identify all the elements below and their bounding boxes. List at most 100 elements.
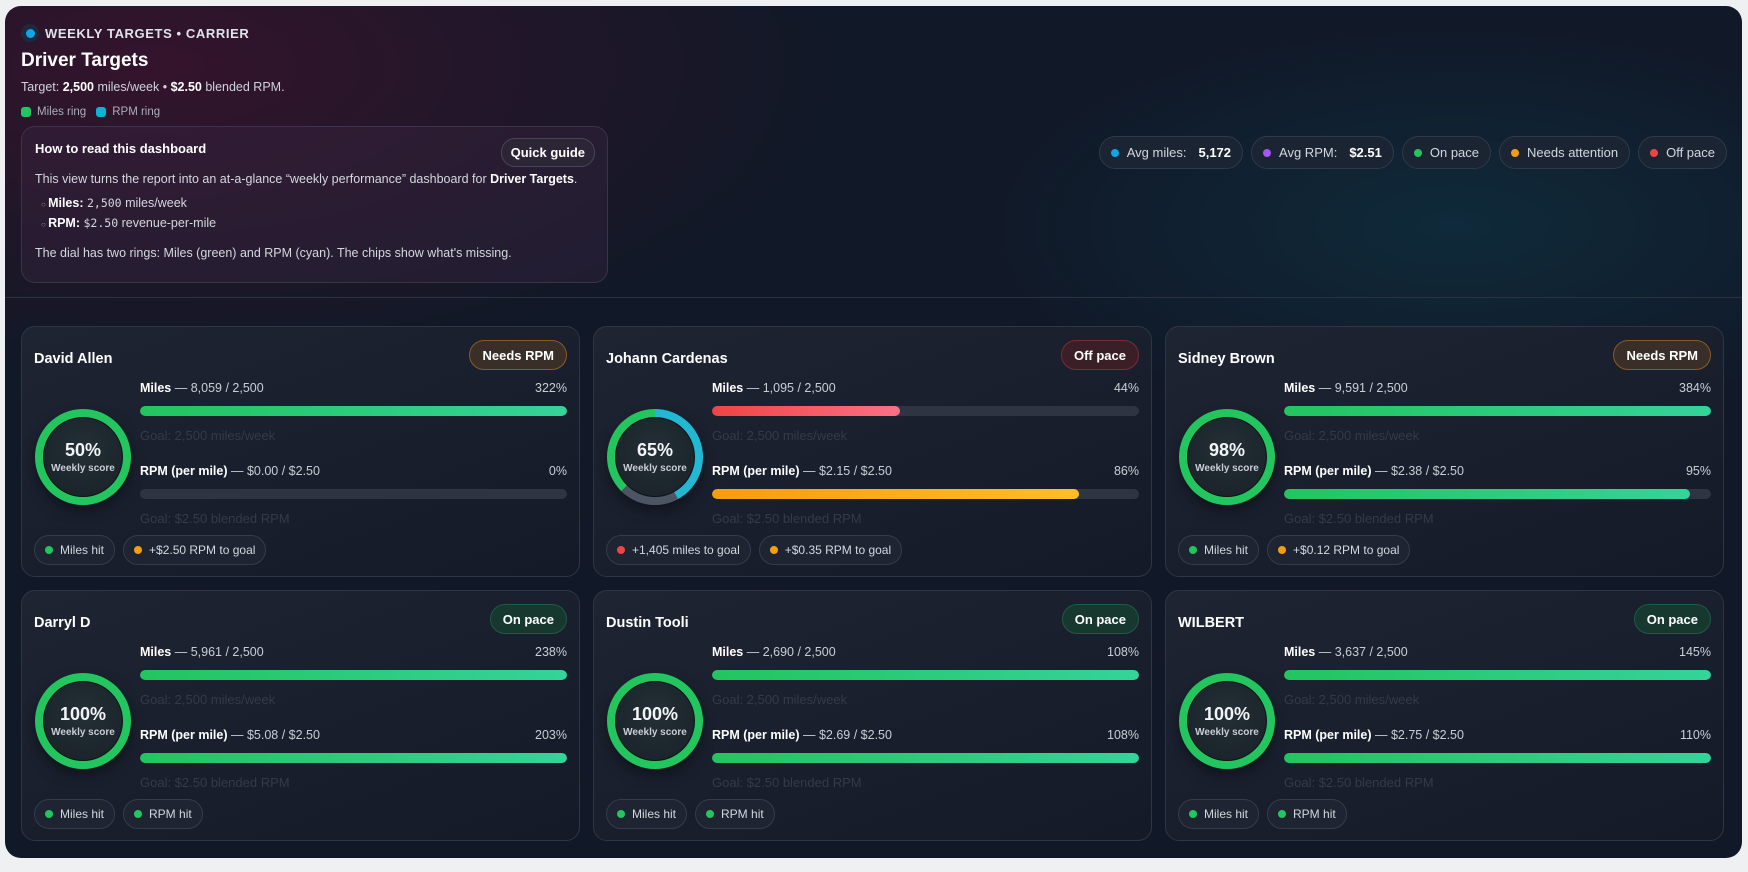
miles-name: Miles [1284, 381, 1316, 395]
gap-chip-label: Miles hit [632, 807, 677, 821]
miles-name: Miles [140, 381, 172, 395]
summary-chip[interactable]: Needs attention [1499, 136, 1631, 169]
gap-chip[interactable]: Miles hit [1178, 535, 1260, 565]
miles-progress-bar [712, 406, 1139, 416]
miles-progress-fill [140, 670, 567, 680]
miles-metric: Miles — 3,637 / 2,500 145% Goal: 2,500 mil… [1284, 645, 1711, 707]
miles-percent: 384% [1679, 381, 1711, 395]
miles-row: Miles — 1,095 / 2,500 44% [712, 381, 1139, 395]
guide-panel: How to read this dashboard Quick guide T… [21, 126, 608, 283]
status-dot-icon [21, 24, 39, 42]
summary-chip[interactable]: On pace [1401, 136, 1492, 169]
rpm-metric: RPM (per mile) — $5.08 / $2.50 203% Goal: … [140, 728, 567, 790]
driver-name: Sidney Brown [1178, 351, 1275, 367]
gap-chip[interactable]: RPM hit [1267, 799, 1347, 829]
gap-chips: +1,405 miles to goal +$0.35 RPM to goal [606, 535, 903, 565]
rpm-progress-fill [712, 489, 1080, 499]
gap-chip-label: RPM hit [149, 807, 192, 821]
gap-chips: Miles hit RPM hit [606, 799, 775, 829]
miles-name: Miles [140, 645, 172, 659]
rpm-value: $2.15 / $2.50 [818, 464, 892, 478]
gap-chip[interactable]: Miles hit [1178, 799, 1260, 829]
rpm-row: RPM (per mile) — $2.15 / $2.50 86% [712, 464, 1139, 478]
score-value: 100% [59, 704, 107, 724]
header: WEEKLY TARGETS • CARRIER Driver Targets … [5, 6, 1742, 298]
green-square-icon [21, 107, 31, 117]
gap-chip[interactable]: +$0.35 RPM to goal [758, 535, 903, 565]
gap-chip[interactable]: RPM hit [695, 799, 775, 829]
miles-row: Miles — 5,961 / 2,500 238% [140, 645, 567, 659]
target-summary: Target: 2,500 miles/week • $2.50 blended… [21, 80, 285, 94]
page-title: Driver Targets [21, 50, 149, 71]
gap-chip[interactable]: +$2.50 RPM to goal [123, 535, 267, 565]
rpm-row: RPM (per mile) — $2.75 / $2.50 110% [1284, 728, 1711, 742]
gap-chip[interactable]: Miles hit [606, 799, 688, 829]
score-label: Weekly score [623, 463, 687, 474]
rpm-value: $2.38 / $2.50 [1390, 464, 1464, 478]
miles-value: 3,637 / 2,500 [1334, 645, 1408, 659]
rpm-progress-bar [140, 753, 567, 763]
driver-name: Dustin Tooli [606, 615, 689, 631]
miles-goal: Goal: 2,500 miles/week [712, 428, 848, 443]
miles-progress-fill [712, 406, 900, 416]
status-badge: On pace [1061, 604, 1139, 634]
miles-value: 5,961 / 2,500 [190, 645, 264, 659]
guide-footer: The dial has two rings: Miles (green) an… [35, 246, 512, 260]
summary-chip[interactable]: Avg miles: 5,172 [1098, 136, 1244, 169]
miles-percent: 44% [1113, 381, 1139, 395]
miles-row: Miles — 3,637 / 2,500 145% [1284, 645, 1711, 659]
dot-icon [617, 810, 625, 818]
score-value: 100% [1203, 704, 1251, 724]
miles-label: Miles — 5,961 / 2,500 [140, 645, 264, 659]
rpm-metric: RPM (per mile) — $2.69 / $2.50 108% Goal: … [712, 728, 1139, 790]
dial-center: 100% Weekly score [615, 681, 695, 761]
status-badge: Needs RPM [469, 340, 567, 370]
dot-icon [45, 810, 53, 818]
gap-chip[interactable]: RPM hit [123, 799, 203, 829]
miles-row: Miles — 2,690 / 2,500 108% [712, 645, 1139, 659]
gap-chip[interactable]: +1,405 miles to goal [606, 535, 751, 565]
gap-chip[interactable]: Miles hit [34, 799, 116, 829]
rpm-goal: Goal: $2.50 blended RPM [1284, 775, 1434, 790]
dot-icon [1511, 148, 1520, 157]
miles-metric: Miles — 9,591 / 2,500 384% Goal: 2,500 mil… [1284, 381, 1711, 443]
rpm-progress-bar [140, 489, 567, 499]
summary-chip[interactable]: Avg RPM: $2.51 [1251, 136, 1394, 169]
miles-label: Miles — 1,095 / 2,500 [712, 381, 836, 395]
rpm-row: RPM (per mile) — $0.00 / $2.50 0% [140, 464, 567, 478]
rpm-goal: Goal: $2.50 blended RPM [712, 775, 862, 790]
miles-goal: Goal: 2,500 miles/week [140, 428, 276, 443]
miles-label: Miles — 3,637 / 2,500 [1284, 645, 1408, 659]
gap-chip-label: RPM hit [1293, 807, 1336, 821]
dial-center: 50% Weekly score [43, 417, 123, 497]
dot-icon [617, 546, 625, 554]
miles-progress-bar [1284, 670, 1711, 680]
gap-chip[interactable]: Miles hit [34, 535, 116, 565]
summary-chip-label: Avg miles: [1126, 145, 1187, 160]
driver-name: David Allen [34, 351, 113, 367]
driver-card: Sidney Brown Needs RPM 98% Weekly score Mile… [1165, 326, 1724, 577]
gap-chip-label: RPM hit [721, 807, 764, 821]
score-value: 100% [631, 704, 679, 724]
dial-center: 100% Weekly score [43, 681, 123, 761]
rpm-progress-bar [1284, 753, 1711, 763]
driver-grid: David Allen Needs RPM 50% Weekly score Miles… [21, 326, 1724, 841]
rpm-percent: 203% [535, 728, 567, 742]
summary-chip[interactable]: Off pace [1638, 136, 1727, 169]
status-badge: Off pace [1060, 340, 1139, 370]
miles-label: Miles — 2,690 / 2,500 [712, 645, 836, 659]
summary-chip-label: Needs attention [1527, 145, 1619, 160]
rpm-label: RPM (per mile) — $2.69 / $2.50 [712, 728, 892, 742]
miles-progress-bar [712, 670, 1139, 680]
gap-chip[interactable]: +$0.12 RPM to goal [1267, 535, 1411, 565]
status-badge: Needs RPM [1613, 340, 1711, 370]
legend-rpm: RPM ring [96, 106, 160, 118]
miles-name: Miles [712, 381, 744, 395]
dot-icon [1110, 148, 1119, 157]
summary-chip-value: $2.51 [1349, 145, 1382, 160]
driver-card: David Allen Needs RPM 50% Weekly score Miles… [21, 326, 580, 577]
gap-chip-label: +$0.35 RPM to goal [784, 543, 892, 557]
dot-icon [706, 810, 715, 818]
quick-guide-button[interactable]: Quick guide [500, 138, 595, 167]
guide-list: Miles: 2,500 miles/week RPM: $2.50 reven… [35, 196, 594, 230]
